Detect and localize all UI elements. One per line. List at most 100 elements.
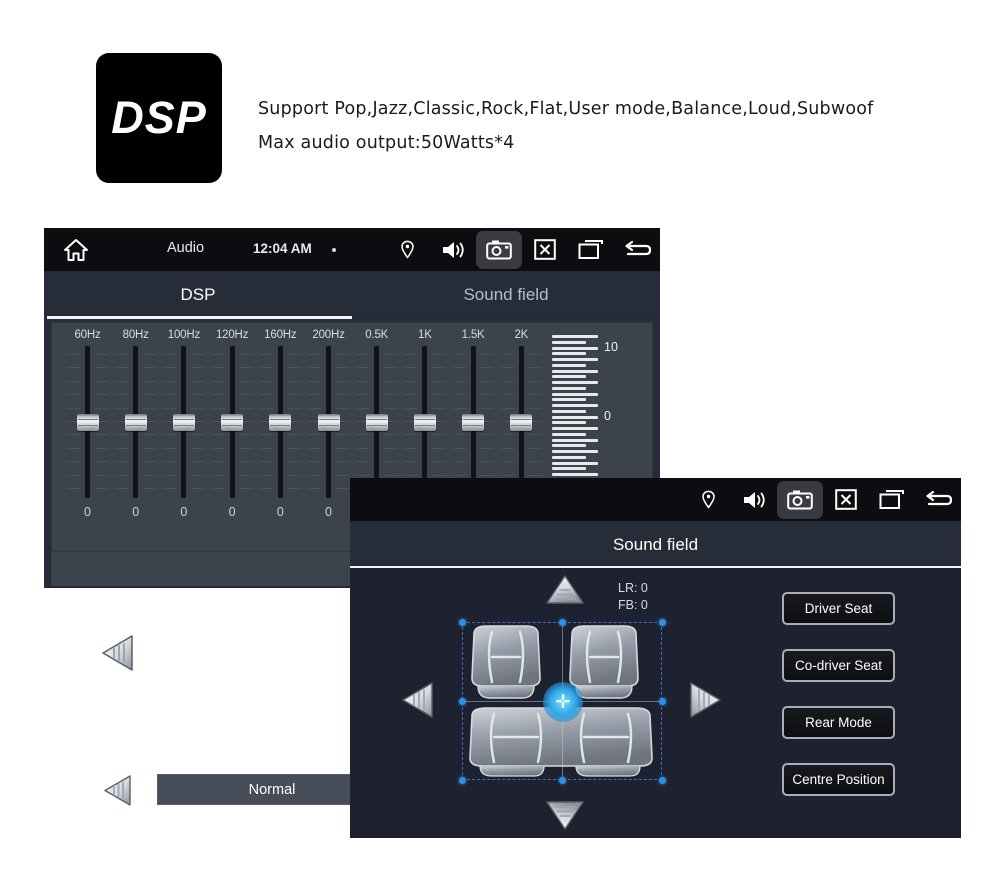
eq-band-60hz: 60Hz 0 xyxy=(64,329,111,519)
eq-band-knob[interactable] xyxy=(365,414,388,431)
selection-handle[interactable] xyxy=(559,777,566,784)
eq-band-160hz: 160Hz 0 xyxy=(257,329,304,519)
promo-line-1: Support Pop,Jazz,Classic,Rock,Flat,User … xyxy=(258,99,874,119)
eq-scale-tick xyxy=(552,421,586,425)
eq-band-slider[interactable] xyxy=(401,346,448,498)
eq-band-slider[interactable] xyxy=(498,346,545,498)
eq-band-slider[interactable] xyxy=(257,346,304,498)
eq-band-value: 0 xyxy=(132,505,140,519)
eq-band-120hz: 120Hz 0 xyxy=(209,329,256,519)
eq-band-knob[interactable] xyxy=(510,414,533,431)
eq-band-knob[interactable] xyxy=(269,414,292,431)
eq-band-label: 0.5K xyxy=(365,329,389,341)
soundfield-button-centre-position[interactable]: Centre Position xyxy=(782,763,895,796)
soundfield-tabbar: Sound field xyxy=(350,521,961,568)
selection-handle[interactable] xyxy=(659,619,666,626)
eq-scale-tick xyxy=(552,455,586,459)
eq-scale-tick xyxy=(552,450,598,453)
eq-band-100hz: 100Hz 0 xyxy=(160,329,207,519)
balance-down-arrow[interactable] xyxy=(544,799,586,837)
statusbar-title: Audio xyxy=(167,240,205,256)
selection-handle[interactable] xyxy=(459,619,466,626)
selection-handle[interactable] xyxy=(459,698,466,705)
eq-band-value: 0 xyxy=(180,505,188,519)
location-pin-icon[interactable] xyxy=(685,478,731,521)
eq-band-label: 160Hz xyxy=(264,329,297,341)
eq-scale-tick xyxy=(552,358,598,361)
eq-scale-tick xyxy=(552,398,586,402)
soundfield-button-driver-seat[interactable]: Driver Seat xyxy=(782,592,895,625)
seat-diagram: ✛ xyxy=(402,574,732,834)
balance-right-arrow[interactable] xyxy=(687,679,723,726)
eq-band-knob[interactable] xyxy=(462,414,485,431)
eq-band-slider[interactable] xyxy=(353,346,400,498)
soundfield-button-rear-mode[interactable]: Rear Mode xyxy=(782,706,895,739)
volume-icon[interactable] xyxy=(731,478,777,521)
close-box-icon[interactable] xyxy=(823,478,869,521)
soundfield-statusbar-icons xyxy=(685,478,961,521)
selection-handle[interactable] xyxy=(559,619,566,626)
eq-band-knob[interactable] xyxy=(76,414,99,431)
soundfield-screen: Sound field LR: 0 FB: 0 ✛ Driver Seat Co… xyxy=(350,478,961,838)
soundfield-statusbar xyxy=(350,478,961,521)
eq-scale-tick xyxy=(552,427,598,430)
equalizer-prev-arrow[interactable] xyxy=(99,632,137,674)
eq-band-slider[interactable] xyxy=(112,346,159,498)
eq-scale-tick xyxy=(552,386,586,390)
eq-scale-tick xyxy=(552,467,586,471)
selection-handle[interactable] xyxy=(459,777,466,784)
selection-handle[interactable] xyxy=(659,698,666,705)
eq-scale-tick xyxy=(552,340,586,344)
recent-apps-icon[interactable] xyxy=(568,228,614,271)
balance-up-arrow[interactable] xyxy=(544,573,586,611)
dsp-tabbar: DSP Sound field xyxy=(44,271,660,318)
dsp-statusbar: Audio 12:04 AM xyxy=(44,228,660,271)
eq-band-knob[interactable] xyxy=(317,414,340,431)
eq-band-label: 200Hz xyxy=(312,329,345,341)
eq-band-knob[interactable] xyxy=(124,414,147,431)
listening-position-marker[interactable]: ✛ xyxy=(543,682,583,722)
home-icon[interactable] xyxy=(62,236,90,264)
volume-icon[interactable] xyxy=(430,228,476,271)
camera-icon[interactable] xyxy=(476,230,522,269)
tab-dsp[interactable]: DSP xyxy=(44,271,352,318)
back-arrow-icon[interactable] xyxy=(614,228,660,271)
eq-band-knob[interactable] xyxy=(413,414,436,431)
eq-scale-tick xyxy=(552,346,598,350)
eq-band-knob[interactable] xyxy=(172,414,195,431)
tab-sound-field[interactable]: Sound field xyxy=(352,271,660,318)
back-arrow-icon[interactable] xyxy=(915,478,961,521)
statusbar-clock: 12:04 AM xyxy=(253,241,312,256)
soundfield-button-co-driver-seat[interactable]: Co-driver Seat xyxy=(782,649,895,682)
location-pin-icon[interactable] xyxy=(384,228,430,271)
balance-left-arrow[interactable] xyxy=(400,679,436,726)
recent-apps-icon[interactable] xyxy=(869,478,915,521)
eq-scale-label: 10 xyxy=(604,339,618,354)
selection-handle[interactable] xyxy=(659,777,666,784)
eq-band-slider[interactable] xyxy=(209,346,256,498)
promo-text: Support Pop,Jazz,Classic,Rock,Flat,User … xyxy=(258,92,874,160)
eq-scale-tick xyxy=(552,409,586,413)
eq-band-value: 0 xyxy=(228,505,236,519)
eq-scale-tick xyxy=(552,473,598,476)
tab-sound-field[interactable]: Sound field xyxy=(350,521,961,568)
eq-scale-tick xyxy=(552,415,598,419)
eq-band-knob[interactable] xyxy=(221,414,244,431)
dsp-logo-text: DSP xyxy=(111,92,207,143)
soundfield-button-label: Rear Mode xyxy=(805,715,872,730)
eq-band-slider[interactable] xyxy=(160,346,207,498)
eq-band-label: 1K xyxy=(418,329,432,341)
eq-band-slider[interactable] xyxy=(305,346,352,498)
statusbar-dot xyxy=(332,248,336,252)
eq-band-label: 1.5K xyxy=(461,329,485,341)
soundfield-button-label: Co-driver Seat xyxy=(794,658,883,673)
close-box-icon[interactable] xyxy=(522,228,568,271)
preset-prev-button[interactable] xyxy=(102,773,134,808)
eq-band-80hz: 80Hz 0 xyxy=(112,329,159,519)
soundfield-button-label: Driver Seat xyxy=(804,601,873,616)
eq-band-200hz: 200Hz 0 xyxy=(305,329,352,519)
camera-icon[interactable] xyxy=(777,480,823,519)
eq-band-slider[interactable] xyxy=(64,346,111,498)
eq-band-slider[interactable] xyxy=(450,346,497,498)
eq-scale-tick xyxy=(552,438,598,442)
